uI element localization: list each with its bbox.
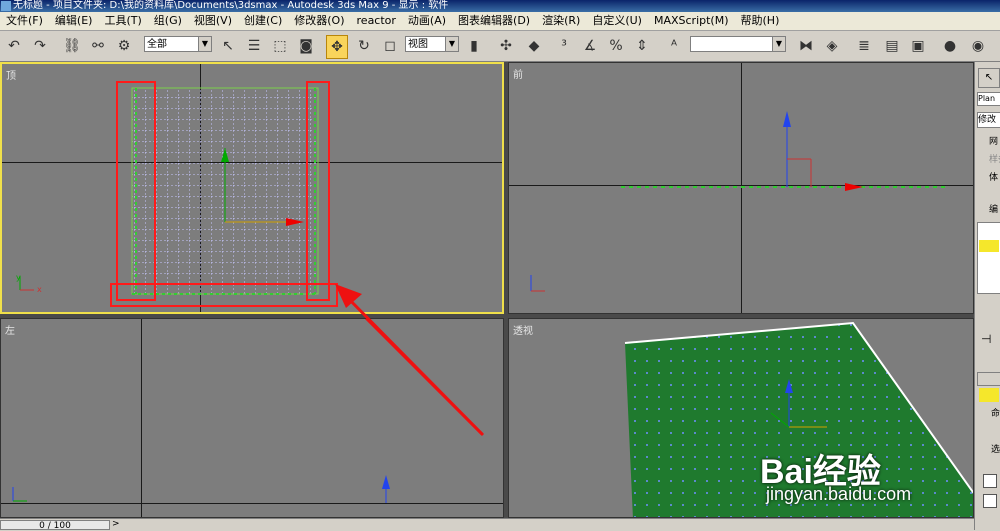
menu-customize[interactable]: 自定义(U)	[586, 12, 648, 30]
menu-modifiers[interactable]: 修改器(O)	[288, 12, 350, 30]
menu-animation[interactable]: 动画(A)	[402, 12, 452, 30]
menu-views[interactable]: 视图(V)	[188, 12, 238, 30]
selection-filter-dropdown[interactable]: 全部 ▼	[144, 36, 212, 52]
layer-manager-icon[interactable]: ≣	[854, 35, 874, 57]
reference-coord-dropdown[interactable]: 视图 ▼	[405, 36, 459, 52]
undo-icon[interactable]: ↶	[4, 35, 24, 57]
menu-rendering[interactable]: 渲染(R)	[536, 12, 586, 30]
named-selection-dropdown[interactable]: ▼	[690, 36, 786, 52]
percent-snap-icon[interactable]: %	[606, 35, 626, 57]
top-viewport-scene: y x	[16, 81, 338, 307]
menu-tools[interactable]: 工具(T)	[98, 12, 147, 30]
move-icon[interactable]: ✥	[326, 35, 348, 59]
menu-help[interactable]: 帮助(H)	[735, 12, 786, 30]
chevron-right-icon[interactable]: >	[112, 519, 120, 529]
viewport-front[interactable]: 前	[508, 62, 974, 314]
angle-snap-icon[interactable]: ∡	[580, 35, 600, 57]
modifier-stack-selected[interactable]	[979, 240, 999, 252]
left-viewport-scene	[12, 319, 485, 503]
rotate-icon[interactable]: ↻	[354, 35, 374, 57]
main-toolbar: ↶ ↷ ⛓ ⚯ ⚙ 全部 ▼ ↖ ☰ ⬚ ◙ ✥ ↻ ◻ 视图 ▼ ▮ ✣ ◆ ³ …	[0, 31, 1000, 62]
align-icon[interactable]: ◈	[822, 35, 842, 57]
spline-button[interactable]: 样条	[989, 152, 1000, 165]
svg-text:x: x	[37, 285, 42, 294]
create-tab-icon[interactable]: ↖	[978, 68, 1000, 88]
chevron-down-icon: ▼	[445, 37, 458, 51]
time-slider[interactable]: 0 / 100	[0, 520, 110, 531]
render-scene-icon[interactable]: ◉	[968, 35, 988, 57]
selection-label: 选	[991, 445, 1000, 455]
rollout-header[interactable]	[977, 372, 1000, 386]
region-select-icon[interactable]: ⬚	[270, 35, 290, 57]
viewport-top[interactable]: 顶 y x	[0, 62, 504, 314]
app-icon	[1, 1, 11, 11]
curve-editor-icon[interactable]: ▤	[882, 35, 902, 57]
scale-icon[interactable]: ◻	[380, 35, 400, 57]
modifier-list-dropdown[interactable]: 修改	[977, 112, 1000, 128]
command-panel: ↖ Plan 修改 网 样条 体 编 ⊣ 命 选	[974, 62, 1000, 530]
menu-file[interactable]: 文件(F)	[0, 12, 49, 30]
edit-button[interactable]: 编	[989, 202, 998, 215]
front-viewport-scene	[530, 111, 949, 292]
select-by-name-icon[interactable]: ☰	[244, 35, 264, 57]
chevron-down-icon: ▼	[198, 37, 211, 51]
spinner-snap-icon[interactable]: ⇕	[632, 35, 652, 57]
watermark: Bai经验 jingyan.baidu.com	[760, 444, 911, 504]
bind-space-warp-icon[interactable]: ⚙	[114, 35, 134, 57]
select-link-icon[interactable]: ⛓	[62, 35, 82, 57]
window-crossing-icon[interactable]: ◙	[296, 35, 316, 57]
body-button[interactable]: 体	[989, 170, 998, 183]
modifier-stack[interactable]	[977, 222, 1000, 294]
select-icon[interactable]: ↖	[218, 35, 238, 57]
unlink-icon[interactable]: ⚯	[88, 35, 108, 57]
edit-named-sel-icon[interactable]: ᴬ	[664, 35, 684, 57]
schematic-view-icon[interactable]: ▣	[908, 35, 928, 57]
time-slider-bar: 0 / 100 >	[0, 518, 974, 531]
menu-reactor[interactable]: reactor	[351, 12, 402, 30]
object-name-field[interactable]: Plan	[977, 92, 1000, 106]
command-label: 命	[991, 409, 1000, 419]
manipulate-icon[interactable]: ✣	[496, 35, 516, 57]
material-editor-icon[interactable]: ●	[940, 35, 960, 57]
watermark-url: jingyan.baidu.com	[766, 484, 912, 504]
mirror-icon[interactable]: ⧓	[796, 35, 816, 57]
chevron-down-icon: ▼	[772, 37, 785, 51]
menu-group[interactable]: 组(G)	[148, 12, 188, 30]
redo-icon[interactable]: ↷	[30, 35, 50, 57]
pin-stack-icon[interactable]: ⊣	[981, 332, 991, 346]
active-rollout-button[interactable]	[979, 388, 999, 402]
keyboard-shortcut-icon[interactable]: ◆	[524, 35, 544, 57]
menu-edit[interactable]: 编辑(E)	[49, 12, 99, 30]
window-title: 无标题 - 项目文件夹: D:\我的资料库\Documents\3dsmax -…	[13, 0, 449, 11]
checkbox[interactable]	[983, 474, 997, 488]
pivot-center-icon[interactable]: ▮	[464, 35, 484, 57]
mesh-button[interactable]: 网	[989, 134, 998, 147]
checkbox[interactable]	[983, 494, 997, 508]
viewport-left[interactable]: 左	[0, 318, 504, 518]
menu-maxscript[interactable]: MAXScript(M)	[648, 12, 735, 30]
menu-graph-editors[interactable]: 图表编辑器(D)	[452, 12, 536, 30]
snap-3d-icon[interactable]: ³	[554, 35, 574, 57]
menu-create[interactable]: 创建(C)	[238, 12, 288, 30]
menu-bar: 文件(F) 编辑(E) 工具(T) 组(G) 视图(V) 创建(C) 修改器(O) react…	[0, 12, 1000, 31]
title-bar: 无标题 - 项目文件夹: D:\我的资料库\Documents\3dsmax -…	[0, 0, 1000, 12]
